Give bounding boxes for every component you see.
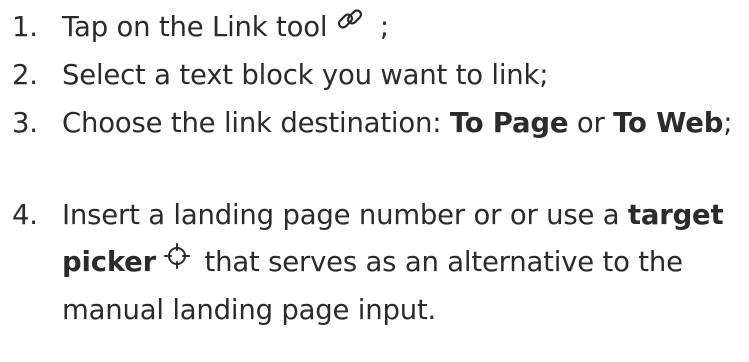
step-text: Select a text block you want to link; <box>62 59 549 91</box>
step-number: 3. <box>12 107 38 139</box>
list-item: 1. Tap on the Link tool ; <box>0 4 749 52</box>
step-text-end: ; <box>723 107 733 139</box>
step-number: 1. <box>12 11 38 43</box>
step-text-or: or <box>568 107 614 139</box>
list-item: 2. Select a text block you want to link; <box>0 52 749 99</box>
crosshair-icon <box>163 237 190 284</box>
step-number: 2. <box>12 59 38 91</box>
step-text: Choose the link destination: <box>62 107 450 139</box>
step-text: Insert a landing page number or or use a <box>62 199 628 231</box>
link-icon <box>335 2 365 49</box>
step-text-end: ; <box>371 11 389 43</box>
step-text: Tap on the Link tool <box>62 11 328 43</box>
list-item: 3. Choose the link destination: To Page o… <box>0 100 749 147</box>
option-to-web: To Web <box>613 107 724 139</box>
list-item: 4. Insert a landing page number or or use… <box>0 192 749 334</box>
step-number: 4. <box>12 199 38 231</box>
option-to-page: To Page <box>449 107 569 139</box>
